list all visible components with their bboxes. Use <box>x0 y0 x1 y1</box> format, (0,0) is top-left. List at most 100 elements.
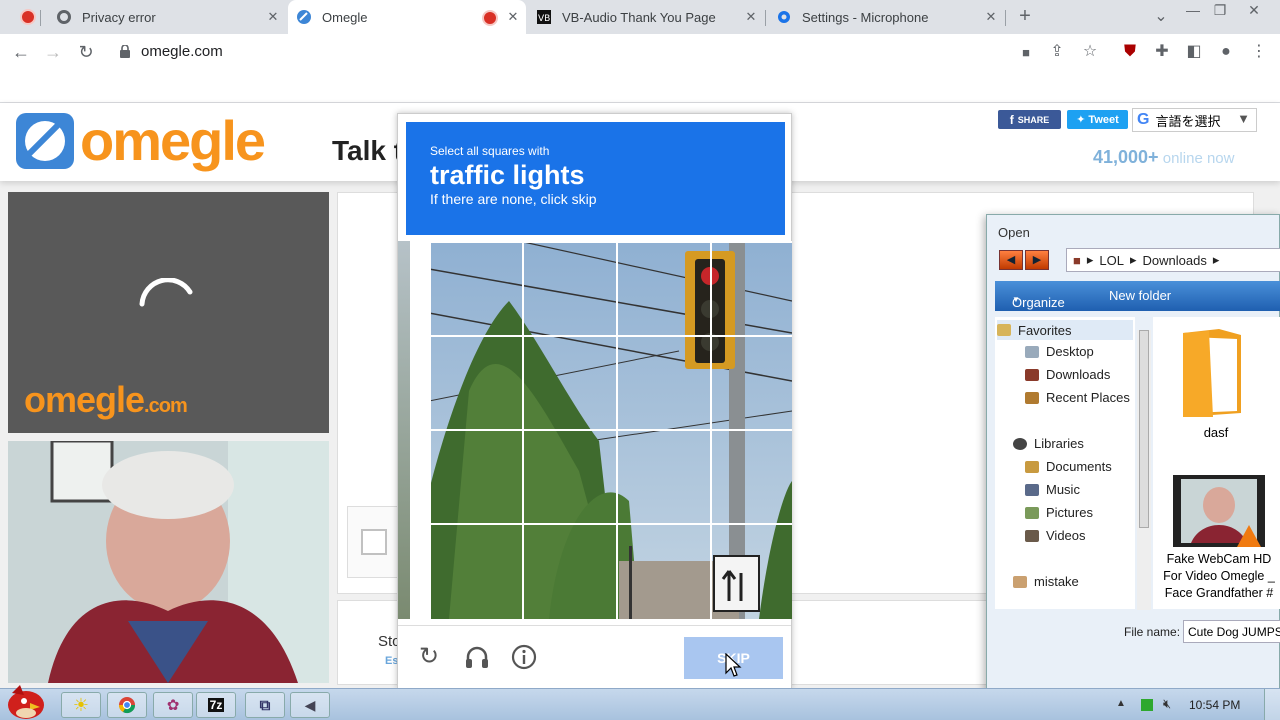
facebook-share-button[interactable]: f SHARE <box>998 110 1061 129</box>
nav-documents[interactable]: Documents <box>1025 459 1112 474</box>
captcha-tile[interactable] <box>522 523 618 619</box>
taskbar-app-button[interactable]: ✿ <box>153 692 193 718</box>
network-tray-icon[interactable] <box>1141 699 1153 711</box>
audio-headphones-icon[interactable] <box>463 643 491 671</box>
captcha-tile[interactable] <box>429 429 524 525</box>
nav-music[interactable]: Music <box>1025 482 1080 497</box>
captcha-tile[interactable] <box>522 429 618 525</box>
tab-privacy-error[interactable]: Privacy error ✕ <box>48 0 286 34</box>
captcha-tile[interactable] <box>710 429 792 525</box>
close-icon[interactable]: ✕ <box>744 10 758 24</box>
captcha-checkbox[interactable] <box>361 529 387 555</box>
menu-kebab-icon[interactable]: ⋮ <box>1248 42 1270 62</box>
twitter-bird-icon: ✦ <box>1076 114 1086 126</box>
tab-strip: Privacy error ✕ Omegle ✕ VB VB-Audio Tha… <box>0 0 1280 34</box>
nav-recent-places[interactable]: Recent Places <box>1025 390 1130 405</box>
address-bar[interactable]: omegle.com <box>108 39 1108 65</box>
translate-select[interactable]: G 言語を選択 ▼ <box>1132 108 1257 132</box>
close-icon[interactable]: ✕ <box>266 10 280 24</box>
taskbar-explorer-button[interactable]: ☀ <box>61 692 101 718</box>
nav-mistake[interactable]: mistake <box>1013 574 1079 589</box>
desktop-icon <box>1025 345 1039 358</box>
captcha-tile[interactable] <box>616 429 712 525</box>
breadcrumb-downloads[interactable]: Downloads <box>1143 253 1207 268</box>
back-arrow-icon[interactable]: ◀ <box>999 250 1023 270</box>
back-arrow-icon[interactable]: ← <box>10 42 32 62</box>
camera-icon[interactable]: ■ <box>1015 43 1037 63</box>
captcha-tile[interactable] <box>522 241 618 337</box>
taskbar-chrome-button[interactable] <box>107 692 147 718</box>
taskbar: ☀ ✿ 7z ⧉ ◀ ▲ 🔇︎ 10:54 PM <box>0 685 1280 720</box>
nav-libraries[interactable]: Libraries <box>1013 436 1084 451</box>
minimize-button[interactable]: — <box>1182 0 1204 20</box>
tab-recording[interactable] <box>0 0 40 34</box>
dropdown-arrow-icon: ▼ <box>1237 111 1250 126</box>
new-folder-button[interactable]: New folder <box>1109 288 1171 303</box>
filename-input[interactable]: Cute Dog JUMPSC <box>1183 620 1280 643</box>
tab-vb-audio[interactable]: VB VB-Audio Thank You Page ✕ <box>528 0 764 34</box>
taskbar-7zip-button[interactable]: 7z <box>196 692 236 718</box>
captcha-tile[interactable] <box>710 523 792 619</box>
info-icon[interactable] <box>510 643 538 671</box>
reload-challenge-icon[interactable]: ↻ <box>415 643 443 671</box>
dialog-command-bar: Organize ▼ New folder <box>995 281 1280 311</box>
reload-icon[interactable]: ↻ <box>75 42 97 62</box>
captcha-tile[interactable] <box>429 241 524 337</box>
close-window-button[interactable]: ✕ <box>1243 0 1265 20</box>
ublock-extension-icon[interactable]: ⛊ <box>1119 42 1141 62</box>
captcha-tile[interactable] <box>429 523 524 619</box>
captcha-tile[interactable] <box>710 241 792 337</box>
star-icon <box>997 324 1011 336</box>
taskbar-clock[interactable]: 10:54 PM <box>1189 698 1240 712</box>
show-desktop-button[interactable] <box>1264 689 1280 720</box>
extensions-puzzle-icon[interactable]: ✚ <box>1151 42 1173 62</box>
tweet-label: Tweet <box>1088 113 1119 126</box>
close-icon[interactable]: ✕ <box>984 10 998 24</box>
nav-videos[interactable]: Videos <box>1025 528 1086 543</box>
video-thumbnail-icon <box>1173 475 1265 547</box>
restore-button[interactable]: ❐ <box>1209 0 1231 20</box>
tab-omegle[interactable]: Omegle ✕ <box>288 0 526 34</box>
profile-avatar-icon[interactable]: ● <box>1215 42 1237 62</box>
libraries-icon <box>1013 437 1027 450</box>
speaker-app-icon: ◀ <box>304 696 316 713</box>
file-item[interactable]: Fake WebCam HD For Video Omegle _ Face G… <box>1157 473 1280 609</box>
close-icon[interactable]: ✕ <box>506 10 520 24</box>
show-hidden-icons-icon[interactable]: ▲ <box>1116 698 1126 709</box>
file-item[interactable]: dasf <box>1161 323 1271 441</box>
documents-icon <box>1025 460 1039 473</box>
bookmark-star-icon[interactable]: ☆ <box>1079 42 1101 62</box>
side-panel-icon[interactable]: ◧ <box>1183 42 1205 62</box>
navigation-scrollbar[interactable] <box>1137 330 1151 610</box>
start-button-angry-bird-icon[interactable] <box>4 683 48 720</box>
captcha-tile[interactable] <box>429 335 524 431</box>
recording-icon <box>482 10 498 26</box>
taskbar-audio-app-button[interactable]: ◀ <box>290 692 330 718</box>
tab-settings-microphone[interactable]: Settings - Microphone ✕ <box>768 0 1004 34</box>
nav-pictures[interactable]: Pictures <box>1025 505 1093 520</box>
forward-arrow-icon[interactable]: ▶ <box>1025 250 1049 270</box>
dialog-address-bar[interactable]: ■ ▸ LOL ▸ Downloads ▸ <box>1066 248 1280 272</box>
tweet-button[interactable]: ✦ Tweet <box>1067 110 1128 129</box>
nav-favorites[interactable]: Favorites <box>997 320 1133 340</box>
url-text: omegle.com <box>141 43 223 60</box>
scrollbar-thumb[interactable] <box>1139 330 1149 528</box>
captcha-tile[interactable] <box>616 523 712 619</box>
captcha-tile[interactable] <box>710 335 792 431</box>
captcha-tile[interactable] <box>616 335 712 431</box>
folder-icon <box>1183 329 1241 417</box>
nav-desktop[interactable]: Desktop <box>1025 344 1094 359</box>
taskbar-network-app-button[interactable]: ⧉ <box>245 692 285 718</box>
volume-muted-icon[interactable]: 🔇︎ <box>1163 696 1171 712</box>
new-tab-button[interactable]: + <box>1014 6 1036 26</box>
nav-label: Downloads <box>1046 367 1111 382</box>
share-icon[interactable]: ⇪ <box>1046 42 1068 62</box>
captcha-tile[interactable] <box>616 241 712 337</box>
nav-downloads[interactable]: Downloads <box>1025 367 1110 382</box>
lock-icon <box>120 45 130 58</box>
tab-search-chevron-icon[interactable]: ⌄ <box>1150 7 1172 27</box>
breadcrumb-lol[interactable]: LOL <box>1099 253 1124 268</box>
captcha-tile[interactable] <box>522 335 618 431</box>
forward-arrow-icon[interactable]: → <box>42 42 64 62</box>
open-file-dialog: Open ◀ ▶ ■ ▸ LOL ▸ Downloads ▸ Organize … <box>986 214 1280 692</box>
